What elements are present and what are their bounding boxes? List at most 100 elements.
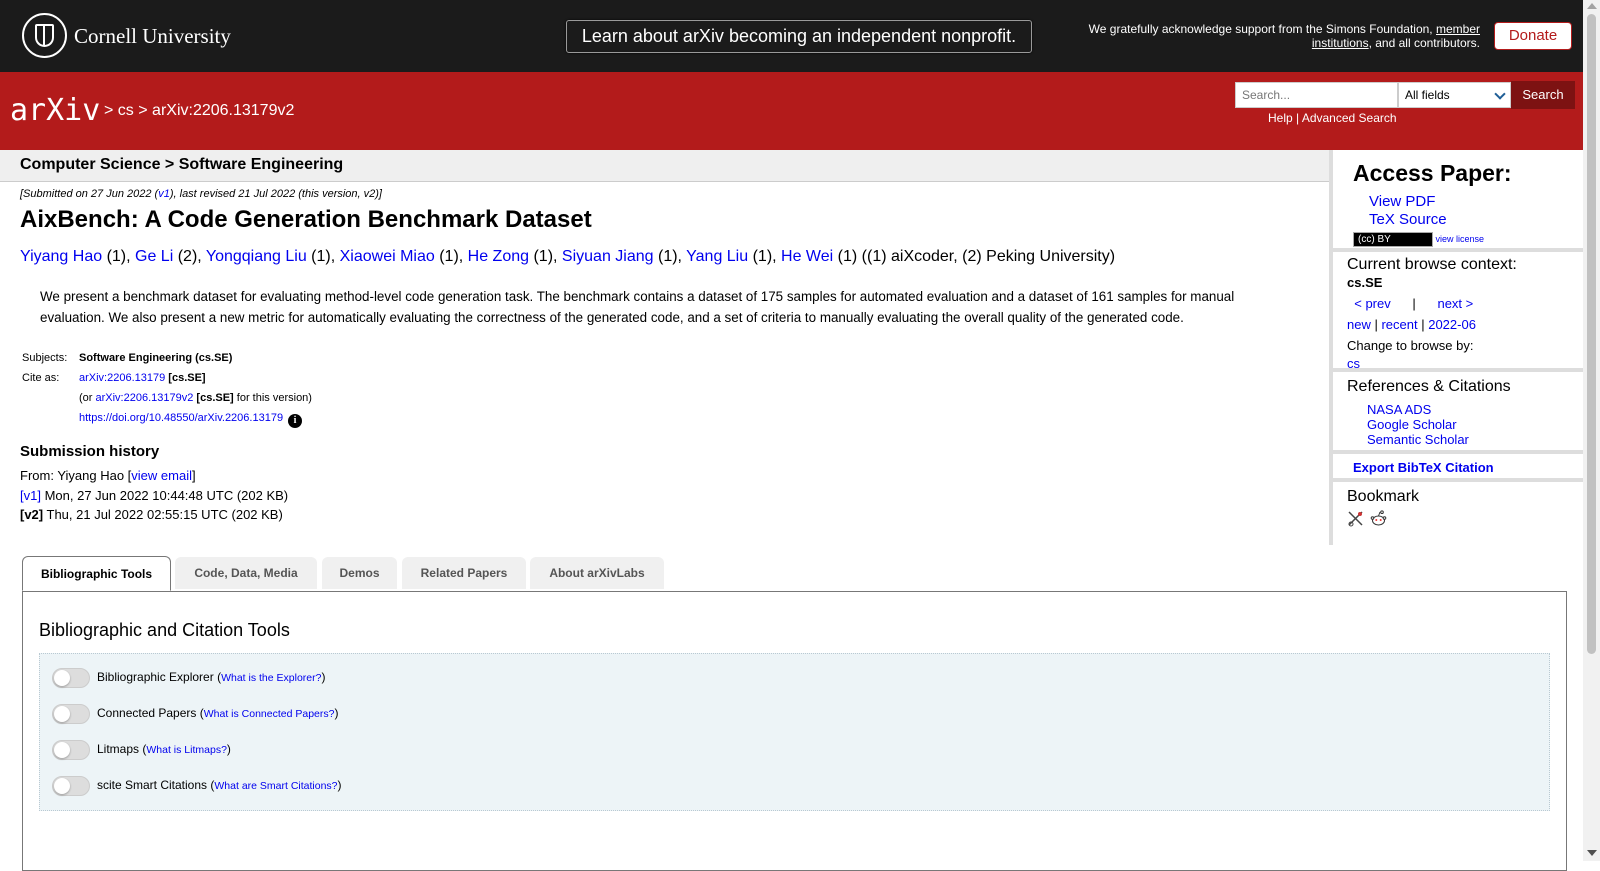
search-button[interactable]: Search: [1511, 81, 1575, 109]
dateline-text: [Submitted on 27 Jun 2022 (: [20, 188, 159, 200]
litmaps-toggle[interactable]: [52, 740, 90, 760]
history-from-text: From: Yiyang Hao [: [20, 468, 132, 483]
view-email-link[interactable]: view email: [131, 468, 192, 483]
connected-papers-toggle[interactable]: [52, 704, 90, 724]
prev-link[interactable]: < prev: [1354, 296, 1391, 311]
nonprofit-announcement-button[interactable]: Learn about arXiv becoming an independen…: [566, 20, 1032, 53]
tab-code-data-media[interactable]: Code, Data, Media: [175, 557, 317, 589]
help-link[interactable]: Help: [1268, 111, 1293, 125]
dateline-v1-link[interactable]: v1: [158, 188, 170, 200]
nasa-ads-link[interactable]: NASA ADS: [1367, 402, 1431, 417]
tab-bibliographic-tools[interactable]: Bibliographic Tools: [22, 556, 171, 591]
author-affiliation: (1),: [102, 248, 136, 265]
references-title: References & Citations: [1347, 378, 1511, 395]
browse-listing-links: new | recent | 2022-06: [1347, 317, 1588, 332]
tab-about-arxivlabs[interactable]: About arXivLabs: [530, 557, 664, 589]
cornell-seal-icon[interactable]: [22, 13, 67, 58]
tool-help-link[interactable]: What is Connected Papers?: [204, 708, 335, 720]
scroll-up-arrow-icon[interactable]: [1587, 3, 1597, 9]
tab-related-papers[interactable]: Related Papers: [402, 557, 526, 589]
donate-button[interactable]: Donate: [1494, 22, 1572, 50]
sep: |: [1370, 317, 1382, 332]
history-v2-text: Thu, 21 Jul 2022 02:55:15 UTC (202 KB): [43, 507, 283, 522]
scite-smart-citations-toggle[interactable]: [52, 776, 90, 796]
abstract: We present a benchmark dataset for evalu…: [40, 289, 1235, 325]
search-field-select[interactable]: All fields: [1398, 82, 1511, 108]
author-link[interactable]: Ge Li: [135, 248, 173, 265]
recent-link[interactable]: recent: [1381, 317, 1417, 332]
bibsonomy-icon[interactable]: [1347, 510, 1364, 527]
paper-title: AixBench: A Code Generation Benchmark Da…: [20, 206, 592, 233]
chevron-down-icon: [1494, 88, 1506, 100]
tool-paren: ): [226, 742, 231, 757]
author-link[interactable]: Xiaowei Miao: [340, 248, 435, 265]
author-link[interactable]: Siyuan Jiang: [562, 248, 654, 265]
author-affiliation: (1),: [306, 248, 340, 265]
next-link[interactable]: next >: [1437, 296, 1473, 311]
author-link[interactable]: He Wei: [781, 248, 833, 265]
reddit-icon[interactable]: [1370, 510, 1387, 527]
bibliographic-explorer-toggle[interactable]: [52, 668, 90, 688]
scroll-down-arrow-icon[interactable]: [1587, 850, 1597, 856]
search-input[interactable]: Search...: [1235, 82, 1398, 108]
semantic-scholar-link[interactable]: Semantic Scholar: [1367, 432, 1469, 447]
subjects-label: Subjects:: [22, 352, 68, 364]
cite-arxiv-id-link[interactable]: arXiv:2206.13179: [79, 372, 165, 384]
access-paper-section: Access Paper: View PDF TeX Source (cc) B…: [1333, 150, 1588, 252]
cite-v2-tail: for this version): [233, 392, 312, 404]
access-paper-title: Access Paper:: [1353, 160, 1512, 186]
new-link[interactable]: new: [1347, 317, 1371, 332]
scrollbar-thumb[interactable]: [1587, 14, 1596, 654]
subject-header: Computer Science > Software Engineering: [0, 150, 1329, 182]
view-pdf-link[interactable]: View PDF: [1369, 193, 1435, 210]
tool-row: scite Smart Citations (What are Smart Ci…: [52, 776, 342, 796]
right-sidebar: Access Paper: View PDF TeX Source (cc) B…: [1329, 150, 1588, 545]
license-row: (cc) BY view license: [1353, 232, 1588, 247]
history-v1-link[interactable]: [v1]: [20, 488, 41, 503]
submission-dateline: [Submitted on 27 Jun 2022 (v1), last rev…: [20, 188, 382, 200]
tool-label: Connected Papers: [97, 706, 197, 721]
references-section: References & Citations NASA ADS Google S…: [1333, 372, 1588, 454]
tex-source-link[interactable]: TeX Source: [1369, 211, 1447, 228]
history-v2-tag: [v2]: [20, 507, 44, 522]
doi-link[interactable]: https://doi.org/10.48550/arXiv.2206.1317…: [79, 412, 283, 424]
tool-paren: (: [196, 706, 204, 721]
help-links: Help | Advanced Search: [1268, 111, 1397, 125]
cornell-top-bar: Cornell University Learn about arXiv bec…: [0, 0, 1583, 72]
tool-help-link[interactable]: What is the Explorer?: [221, 672, 321, 684]
tool-help-link[interactable]: What is Litmaps?: [146, 744, 227, 756]
month-link[interactable]: 2022-06: [1428, 317, 1476, 332]
tool-paren: ): [334, 706, 339, 721]
cite-label: Cite as:: [22, 372, 60, 384]
tool-label: Litmaps: [97, 742, 140, 757]
dateline-text: ), last revised 21 Jul 2022 (this versio…: [169, 188, 382, 200]
author-affiliation: (1),: [529, 248, 562, 265]
browse-context-section: Current browse context: cs.SE < prev | n…: [1333, 252, 1588, 372]
tab-demos[interactable]: Demos: [322, 557, 397, 589]
tool-paren: ): [321, 670, 326, 685]
cite-v2-category: [cs.SE]: [196, 392, 234, 404]
advanced-search-link[interactable]: Advanced Search: [1302, 111, 1397, 125]
history-v2-line: [v2] Thu, 21 Jul 2022 02:55:15 UTC (202 …: [20, 505, 288, 525]
tab-panel: Bibliographic and Citation Tools Bibliog…: [22, 591, 1567, 871]
cornell-university-logo-text[interactable]: Cornell University: [74, 24, 231, 49]
ack-tail: , and all contributors.: [1368, 36, 1480, 50]
view-license-link[interactable]: view license: [1436, 234, 1485, 244]
browse-cs-link[interactable]: cs: [1347, 356, 1360, 371]
author-link[interactable]: Yang Liu: [686, 248, 748, 265]
breadcrumb-separator: >: [138, 102, 148, 119]
author-link[interactable]: He Zong: [468, 248, 529, 265]
author-link[interactable]: Yongqiang Liu: [206, 248, 307, 265]
arxiv-logo[interactable]: arXiv: [10, 88, 100, 132]
google-scholar-link[interactable]: Google Scholar: [1367, 417, 1457, 432]
author-link[interactable]: Yiyang Hao: [20, 248, 102, 265]
export-bibtex-link[interactable]: Export BibTeX Citation: [1353, 460, 1494, 475]
cite-v2-link[interactable]: arXiv:2206.13179v2: [96, 392, 194, 404]
breadcrumb-cs-link[interactable]: cs: [118, 102, 134, 119]
cc-by-license-icon[interactable]: (cc) BY: [1353, 232, 1433, 247]
arxiv-logo-text: arXiv: [10, 93, 100, 128]
tool-help-link[interactable]: What are Smart Citations?: [214, 780, 337, 792]
arxiv-header: arXiv > cs > arXiv:2206.13179v2 Search..…: [0, 72, 1583, 150]
info-icon[interactable]: i: [288, 414, 303, 428]
affiliations: ((1) aiXcoder, (2) Peking University): [861, 248, 1116, 265]
